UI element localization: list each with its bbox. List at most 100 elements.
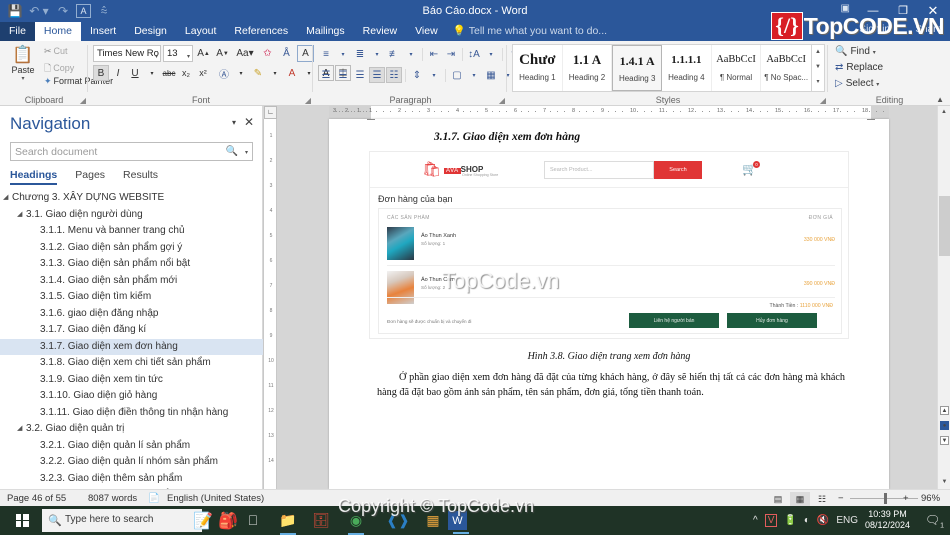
page-indicator[interactable]: Page 46 of 55 — [7, 493, 66, 504]
taskbar-clock[interactable]: 10:39 PM 08/12/2024 — [865, 509, 910, 531]
search-icon[interactable]: 🔍 — [226, 146, 238, 157]
nav-heading-item[interactable]: 3.1.7. Giao diện xem đơn hàng — [0, 338, 263, 355]
style-item-heading-3[interactable]: 1.4.1 A Heading 3 — [612, 45, 663, 91]
line-spacing-icon[interactable]: ⇕ — [409, 67, 425, 83]
nav-heading-item[interactable]: 3.1.1. Menu và banner trang chủ — [0, 223, 263, 240]
tab-selector-button[interactable]: ∟ — [264, 106, 277, 119]
backpack-icon[interactable]: 🎒 — [215, 510, 241, 531]
align-center-icon[interactable]: ☰ — [335, 67, 351, 83]
close-icon[interactable]: ✕ — [244, 115, 254, 129]
task-view-icon[interactable]: ⎕ — [240, 510, 266, 531]
replace-button[interactable]: ⇄ Replace — [835, 62, 883, 73]
twisty-icon[interactable]: ◢ — [3, 190, 8, 207]
nav-heading-item[interactable]: ◢ Chương 3. XÂY DỰNG WEBSITE — [0, 190, 263, 207]
text-color-a-icon[interactable]: Ⓐ — [216, 65, 232, 81]
grow-font-button[interactable]: A ▲ — [195, 45, 212, 62]
nav-heading-item[interactable]: 3.1.9. Giao diện xem tin tức — [0, 372, 263, 389]
tab-mailings[interactable]: Mailings — [297, 22, 354, 41]
nav-heading-item[interactable]: ◢ 3.1. Giao diện người dùng — [0, 207, 263, 224]
paste-button[interactable]: 📋 Paste ▾ — [4, 45, 42, 89]
select-button[interactable]: ▷ Select ▾ — [835, 78, 879, 89]
chevron-up-icon[interactable]: ^ — [753, 515, 758, 526]
zoom-slider-knob[interactable] — [884, 493, 887, 504]
shop-search-button[interactable]: Search — [654, 161, 702, 179]
word-count[interactable]: 8087 words — [88, 493, 137, 504]
select-browse-object-icon[interactable]: ● — [940, 421, 949, 430]
tab-review[interactable]: Review — [354, 22, 406, 41]
shrink-font-button[interactable]: A ▼ — [214, 45, 231, 62]
find-button[interactable]: 🔍 Find ▾ — [835, 46, 876, 57]
nav-heading-item[interactable]: 3.2.1. Giao diện quản lí sản phẩm — [0, 438, 263, 455]
superscript-button[interactable]: x² — [195, 65, 211, 81]
order-item-row[interactable]: Áo Thun Xanh Số lượng: 1 330 000 VNĐ — [387, 227, 835, 261]
chevron-down-icon[interactable]: ▾ — [335, 46, 351, 62]
multilevel-list-icon[interactable]: ≢ — [386, 46, 402, 62]
document-page[interactable]: 3.1.7. Giao diện xem đơn hàng 🛍 AVA SHOP … — [329, 119, 889, 489]
read-mode-icon[interactable]: ▤ — [768, 492, 788, 506]
underline-dropdown-icon[interactable]: ▾ — [144, 65, 160, 81]
styles-gallery-scroll[interactable]: ▲ ▼ ▾ — [812, 44, 825, 92]
nav-heading-item[interactable]: 3.1.11. Giao diện điền thông tin nhận hà… — [0, 405, 263, 422]
subscript-button[interactable]: x₂ — [178, 65, 194, 81]
numbering-icon[interactable]: ≣ — [352, 46, 368, 62]
font-name-combo[interactable]: Times New Ro ▾ — [93, 45, 161, 62]
clipboard-dialog-launcher[interactable]: ◢ — [80, 96, 86, 105]
nav-heading-item[interactable]: ◢ 3.2. Giao diện quản trị — [0, 421, 263, 438]
twisty-icon[interactable]: ◢ — [17, 207, 22, 224]
clear-formatting-icon[interactable]: ✩ — [259, 45, 276, 62]
nav-heading-item[interactable]: 3.1.2. Giao diện sản phẩm gợi ý — [0, 240, 263, 257]
language-indicator[interactable]: ENG — [836, 515, 858, 526]
style-item-no-spacing[interactable]: AaBbCcI ¶ No Spac... — [761, 45, 811, 91]
highlight-color-icon[interactable]: ✎ — [250, 65, 266, 81]
gallery-scroll-down-icon[interactable]: ▼ — [812, 60, 824, 75]
nav-heading-item[interactable]: 3.1.5. Giao diện tìm kiếm — [0, 289, 263, 306]
style-item-normal[interactable]: AaBbCcI ¶ Normal — [712, 45, 762, 91]
tell-me-search[interactable]: 💡 Tell me what you want to do... — [447, 22, 613, 41]
scrollbar-thumb[interactable] — [939, 196, 950, 256]
increase-indent-icon[interactable]: ⇥ — [443, 46, 459, 62]
styles-dialog-launcher[interactable]: ◢ — [820, 96, 826, 105]
justify-icon[interactable]: ☰ — [369, 67, 385, 83]
change-case-button[interactable]: Aa ▾ — [233, 45, 257, 62]
style-item-heading-2[interactable]: 1.1 A Heading 2 — [563, 45, 613, 91]
shop-logo[interactable]: 🛍 AVA SHOP Online Shopping Store — [422, 160, 498, 178]
sort-icon[interactable]: ↕A — [466, 46, 482, 62]
collapse-ribbon-icon[interactable]: ▲ — [936, 95, 944, 104]
tab-results[interactable]: Results — [123, 169, 158, 185]
web-layout-icon[interactable]: ☷ — [812, 492, 832, 506]
gallery-scroll-up-icon[interactable]: ▲ — [812, 45, 824, 60]
zoom-level[interactable]: 96% — [921, 493, 940, 504]
bullets-icon[interactable]: ≡ — [318, 46, 334, 62]
notifications-icon[interactable]: 🗨1 — [925, 513, 944, 529]
tab-insert[interactable]: Insert — [81, 22, 125, 41]
font-size-combo[interactable]: 13 ▾ — [163, 45, 193, 62]
tab-view[interactable]: View — [406, 22, 447, 41]
twisty-icon[interactable]: ◢ — [17, 421, 22, 438]
align-left-icon[interactable]: ☰ — [318, 67, 334, 83]
sticky-notes-icon[interactable]: 📝 — [190, 510, 216, 531]
tab-file[interactable]: File — [0, 22, 35, 41]
nav-heading-item[interactable]: 3.1.6. giao diện đăng nhập — [0, 306, 263, 323]
chevron-down-icon[interactable]: ▾ — [245, 149, 248, 156]
search-input[interactable]: Search document 🔍 ▾ — [10, 142, 253, 161]
shading-icon[interactable]: ▢ — [449, 67, 465, 83]
tab-layout[interactable]: Layout — [176, 22, 226, 41]
battery-icon[interactable]: 🔋 — [784, 515, 796, 526]
style-item-heading-1[interactable]: Chươ Heading 1 — [513, 45, 563, 91]
tab-home[interactable]: Home — [34, 22, 81, 41]
next-page-icon[interactable]: ▼ — [940, 436, 949, 445]
borders-icon[interactable]: ▦ — [483, 67, 499, 83]
file-explorer-icon[interactable]: 📁 — [275, 510, 301, 535]
copy-button[interactable]: 🗋 Copy — [44, 61, 74, 77]
nav-heading-item[interactable]: 3.1.4. Giao diện sản phẩm mới — [0, 273, 263, 290]
paragraph-dialog-launcher[interactable]: ◢ — [499, 96, 505, 105]
tab-design[interactable]: Design — [125, 22, 176, 41]
underline-button[interactable]: U — [127, 65, 143, 81]
chevron-down-icon[interactable]: ▾ — [233, 65, 249, 81]
nav-heading-item[interactable]: 3.2.2. Giao diện quản lí nhóm sản phẩm — [0, 454, 263, 471]
text-highlight-icon[interactable]: Å — [278, 45, 295, 62]
nav-heading-item[interactable]: 3.1.7. Giao diện đăng kí — [0, 322, 263, 339]
zoom-out-button[interactable]: − — [838, 493, 844, 504]
chevron-down-icon[interactable]: ▾ — [403, 46, 419, 62]
scroll-up-icon[interactable]: ▲ — [938, 106, 950, 119]
